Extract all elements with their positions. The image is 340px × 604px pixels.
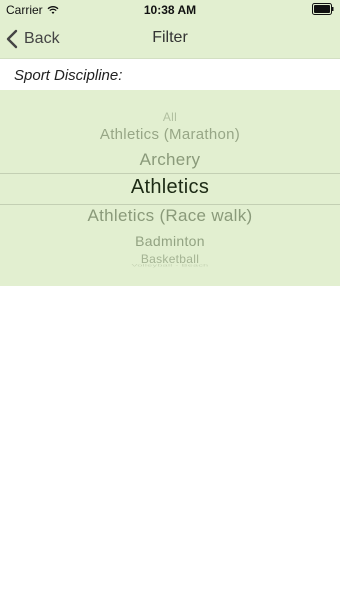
page-title: Filter: [152, 29, 188, 46]
picker-option[interactable]: Athletics (Race walk): [0, 206, 340, 226]
picker-option[interactable]: Athletics (Marathon): [0, 126, 340, 143]
picker-option[interactable]: All: [0, 110, 340, 124]
sport-discipline-picker[interactable]: All Athletics (Marathon) Archery Athletics A…: [0, 90, 340, 286]
picker-option[interactable]: Archery: [0, 150, 340, 170]
status-bar: Carrier 10:38 AM: [0, 0, 340, 20]
picker-option[interactable]: Volleyball - Beach: [0, 263, 340, 268]
status-time: 10:38 AM: [143, 3, 197, 17]
sport-discipline-label: Sport Discipline:: [14, 67, 123, 84]
navigation-bar: Back Filter: [0, 20, 340, 58]
picker-option-selected[interactable]: Athletics: [0, 176, 340, 199]
top-area: Carrier 10:38 AM Back Filter: [0, 0, 340, 59]
picker-option[interactable]: Badminton: [0, 233, 340, 249]
battery-icon: [312, 3, 334, 15]
